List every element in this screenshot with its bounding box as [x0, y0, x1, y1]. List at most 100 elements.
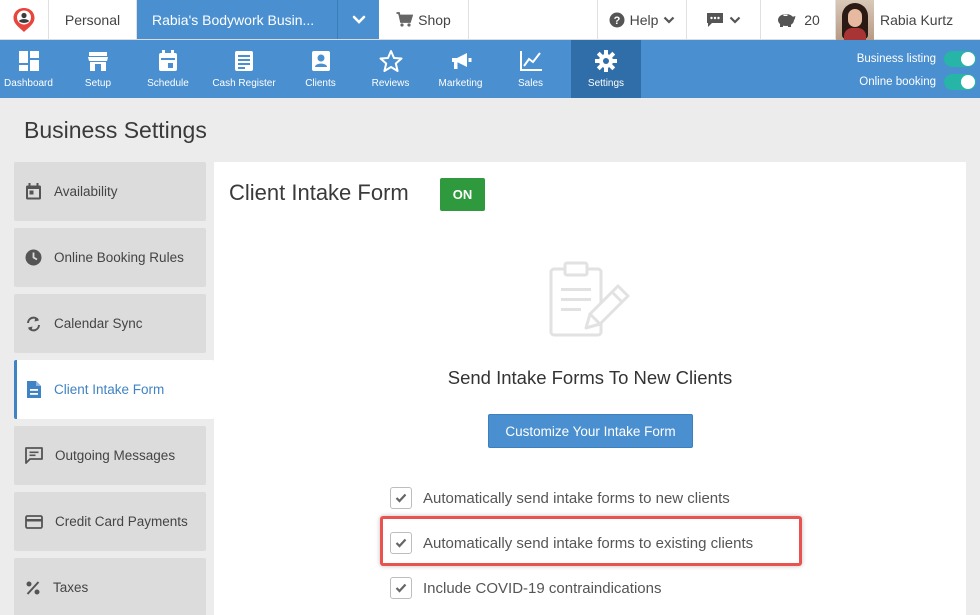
sidebar-item-label: Credit Card Payments — [55, 514, 188, 529]
chat-bubble-icon — [707, 12, 723, 27]
nav-marketing[interactable]: Marketing — [431, 40, 490, 98]
nav-label: Setup — [84, 77, 112, 89]
sidebar-item-calendar-sync[interactable]: Calendar Sync — [14, 294, 206, 353]
top-bar: Personal Rabia's Bodywork Busin... Shop … — [0, 0, 980, 40]
store-icon — [88, 51, 108, 71]
customize-intake-form-button[interactable]: Customize Your Intake Form — [488, 414, 693, 448]
line-chart-icon — [519, 50, 542, 71]
send-forms-heading: Send Intake Forms To New Clients — [447, 367, 733, 388]
sidebar-item-label: Availability — [54, 184, 118, 199]
sidebar-item-online-booking-rules[interactable]: Online Booking Rules — [14, 228, 206, 287]
checkbox-covid-contraindications[interactable] — [390, 577, 412, 599]
nav-label: Clients — [305, 77, 336, 89]
main-nav: Dashboard Setup Schedule Cash Register C… — [0, 40, 980, 98]
visibility-toggles: Business listing Online booking — [857, 50, 976, 91]
business-switcher-button[interactable] — [337, 0, 379, 39]
checkbox-row-covid[interactable]: Include COVID-19 contraindications — [390, 577, 661, 599]
megaphone-icon — [451, 52, 471, 69]
calendar-icon — [159, 49, 177, 71]
sidebar-item-label: Taxes — [53, 580, 89, 595]
status-badge[interactable]: ON — [440, 178, 485, 211]
checkbox-label: Include COVID-19 contraindications — [423, 579, 662, 597]
checkbox-label: Automatically send intake forms to exist… — [423, 534, 754, 552]
user-name: Rabia Kurtz — [880, 11, 954, 28]
sidebar-item-label: Online Booking Rules — [54, 250, 184, 265]
nav-label: Settings — [587, 77, 625, 89]
checkbox-new-clients[interactable] — [390, 487, 412, 509]
help-menu-button[interactable]: ? Help — [597, 0, 686, 39]
dashboard-icon — [18, 50, 39, 71]
sidebar-item-outgoing-messages[interactable]: Outgoing Messages — [14, 426, 206, 485]
calendar-day-icon — [26, 183, 41, 200]
nav-setup[interactable]: Setup — [57, 40, 139, 98]
nav-label: Sales — [517, 77, 543, 89]
sidebar-item-credit-card-payments[interactable]: Credit Card Payments — [14, 492, 206, 551]
chevron-down-icon — [729, 16, 741, 24]
nav-reviews[interactable]: Reviews — [350, 40, 431, 98]
online-booking-label: Online booking — [859, 76, 936, 88]
messages-menu-button[interactable] — [686, 0, 760, 39]
sidebar-item-taxes[interactable]: Taxes — [14, 558, 206, 615]
checkbox-row-existing-clients[interactable]: Automatically send intake forms to exist… — [390, 532, 753, 554]
online-booking-toggle[interactable] — [944, 74, 976, 90]
tab-personal-label: Personal — [64, 11, 121, 28]
nav-sales[interactable]: Sales — [490, 40, 571, 98]
star-icon — [379, 49, 402, 72]
business-listing-label: Business listing — [856, 53, 936, 65]
message-icon — [25, 447, 43, 464]
toggle-knob — [961, 75, 975, 89]
clock-icon — [25, 249, 42, 266]
nav-dashboard[interactable]: Dashboard — [0, 40, 57, 98]
checkmark-icon — [395, 583, 407, 593]
contact-card-icon — [311, 50, 330, 71]
receipt-icon — [235, 50, 253, 71]
clipboard-edit-icon — [549, 261, 630, 337]
shop-label: Shop — [418, 11, 451, 28]
checkmark-icon — [395, 538, 407, 548]
business-listing-toggle[interactable] — [944, 51, 976, 67]
nav-cash-register[interactable]: Cash Register — [197, 40, 291, 98]
page-title: Business Settings — [24, 117, 207, 143]
nav-label: Reviews — [371, 77, 410, 89]
sidebar-item-label: Client Intake Form — [54, 382, 165, 397]
shopping-cart-icon — [396, 12, 414, 27]
toggle-knob — [961, 52, 975, 66]
sidebar-item-label: Outgoing Messages — [55, 448, 176, 463]
piggy-bank-icon — [778, 14, 796, 27]
checkbox-existing-clients[interactable] — [390, 532, 412, 554]
user-menu[interactable]: Rabia Kurtz — [835, 0, 980, 40]
svg-text:?: ? — [613, 15, 620, 27]
nav-label: Marketing — [438, 77, 483, 89]
nav-schedule[interactable]: Schedule — [139, 40, 197, 98]
chevron-down-icon — [352, 15, 365, 24]
nav-label: Dashboard — [4, 77, 53, 89]
online-booking-toggle-row: Online booking — [859, 73, 976, 91]
percent-icon — [26, 580, 40, 595]
sync-icon — [27, 316, 40, 331]
avatar — [836, 0, 874, 40]
app-logo[interactable] — [0, 0, 49, 39]
location-pin-logo-icon — [13, 7, 35, 32]
tab-personal[interactable]: Personal — [49, 0, 137, 39]
nav-label: Schedule — [147, 77, 189, 89]
nav-settings[interactable]: Settings — [571, 40, 641, 98]
sidebar-item-client-intake-form[interactable]: Client Intake Form — [14, 360, 214, 419]
nav-label: Cash Register — [212, 77, 276, 89]
business-listing-toggle-row: Business listing — [857, 50, 976, 68]
checkbox-row-new-clients[interactable]: Automatically send intake forms to new c… — [390, 487, 730, 509]
nav-clients[interactable]: Clients — [291, 40, 350, 98]
shop-button[interactable]: Shop — [379, 0, 469, 39]
sidebar-item-availability[interactable]: Availability — [14, 162, 206, 221]
gear-icon — [595, 49, 617, 72]
question-circle-icon: ? — [609, 12, 625, 27]
tab-business-label: Rabia's Bodywork Busin... — [152, 11, 315, 28]
rewards-button[interactable]: 20 — [760, 0, 835, 39]
rewards-count: 20 — [804, 11, 820, 28]
tab-business[interactable]: Rabia's Bodywork Busin... — [137, 0, 337, 39]
section-heading: Client Intake Form — [229, 180, 409, 205]
sidebar-item-label: Calendar Sync — [54, 316, 143, 331]
document-icon — [27, 381, 41, 398]
credit-card-icon — [25, 514, 43, 529]
chevron-down-icon — [664, 16, 675, 24]
